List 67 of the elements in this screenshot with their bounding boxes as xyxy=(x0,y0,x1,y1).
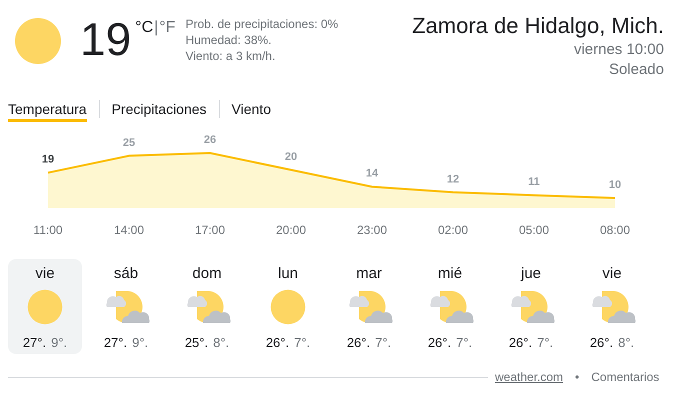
high-temperature: 26°. xyxy=(428,334,452,352)
day-name: mar xyxy=(356,265,382,283)
tab[interactable]: Precipitaciones xyxy=(112,96,207,122)
current-temperature: 19 xyxy=(80,12,132,66)
fahrenheit-toggle[interactable]: °F xyxy=(159,16,176,40)
day-forecast[interactable]: lun 26°. 7°. xyxy=(251,259,325,354)
high-temperature: 27°. xyxy=(22,334,46,352)
temperature-label: 14 xyxy=(366,168,378,180)
low-temperature: 8°. xyxy=(618,334,634,352)
day-name: sáb xyxy=(114,265,138,283)
weather-condition: Soleado xyxy=(608,60,664,80)
low-temperature: 8°. xyxy=(213,334,230,352)
high-temperature: 25°. xyxy=(184,334,208,352)
day-name: mié xyxy=(438,265,462,283)
low-temperature: 7°. xyxy=(375,334,392,352)
day-forecast[interactable]: jue 26°. 7°. xyxy=(494,259,568,354)
temperature-label: 10 xyxy=(608,178,622,191)
sun-icon xyxy=(270,289,306,325)
high-temperature: 27°. xyxy=(104,334,128,352)
day-forecast[interactable]: sáb 27°. 9°. xyxy=(89,259,163,354)
sun-icon xyxy=(14,17,62,65)
day-forecast[interactable]: mar 26°. 7°. xyxy=(332,259,406,354)
temperature-label: 12 xyxy=(446,173,460,186)
hour-label: 02:00 xyxy=(438,223,468,237)
hour-label: 20:00 xyxy=(276,223,306,237)
weather-detail: Viento: a 3 km/h. xyxy=(185,48,276,64)
unit-separator: | xyxy=(154,18,158,38)
temperature-label: 11 xyxy=(528,176,540,188)
hour-label: 14:00 xyxy=(114,223,144,237)
high-temperature: 26°. xyxy=(590,334,614,352)
day-name: lun xyxy=(278,265,298,283)
celsius-toggle[interactable]: °C xyxy=(135,16,154,40)
hour-label: 05:00 xyxy=(518,223,550,237)
temperature-label: 20 xyxy=(284,150,298,163)
tab[interactable]: Viento xyxy=(232,96,271,122)
high-temperature: 26°. xyxy=(508,334,532,352)
day-forecast[interactable]: mié 26°. 7°. xyxy=(413,259,487,354)
high-temperature: 26°. xyxy=(266,334,290,352)
weather-detail: Humedad: 38%. xyxy=(185,32,273,48)
hour-label: 11:00 xyxy=(33,223,63,237)
day-forecast[interactable]: dom 25°. 8°. xyxy=(170,259,244,354)
temperature-label: 26 xyxy=(204,134,216,146)
sun-icon xyxy=(27,289,63,325)
low-temperature: 7°. xyxy=(294,334,310,352)
hour-label: 23:00 xyxy=(356,223,388,237)
low-temperature: 9°. xyxy=(51,334,68,352)
source-link[interactable]: weather.com xyxy=(495,368,564,386)
high-temperature: 26°. xyxy=(346,334,370,352)
weather-detail: Prob. de precipitaciones: 0% xyxy=(185,16,338,32)
day-forecast[interactable]: vie 26°. 8°. xyxy=(575,259,649,354)
hour-label: 17:00 xyxy=(194,223,226,237)
day-forecast[interactable]: vie 27°. 9°. xyxy=(8,259,82,354)
low-temperature: 7°. xyxy=(456,334,472,352)
temperature-label: 25 xyxy=(122,136,136,149)
day-name: vie xyxy=(35,265,55,283)
low-temperature: 7°. xyxy=(537,334,554,352)
date-time: viernes 10:00 xyxy=(574,40,664,60)
bullet-separator: • xyxy=(575,369,580,386)
temperature-label: 19 xyxy=(42,154,54,166)
day-name: dom xyxy=(192,265,222,283)
feedback-link[interactable]: Comentarios xyxy=(591,368,660,386)
tab[interactable]: Temperatura xyxy=(8,96,87,122)
day-name: vie xyxy=(602,265,622,283)
day-name: jue xyxy=(520,265,542,283)
low-temperature: 9°. xyxy=(132,334,148,352)
hour-label: 08:00 xyxy=(600,223,630,237)
location-name: Zamora de Hidalgo, Mich. xyxy=(412,12,664,40)
